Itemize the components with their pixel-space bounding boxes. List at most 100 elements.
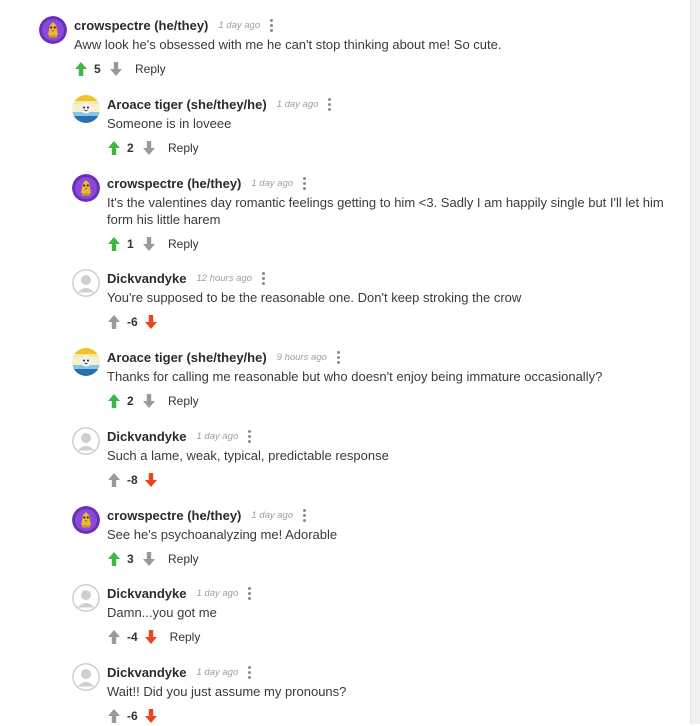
comment-text: See he's psychoanalyzing me! Adorable (107, 527, 338, 542)
default-user-avatar-icon[interactable] (72, 269, 100, 297)
comment-text: Wait!! Did you just assume my pronouns? (107, 684, 347, 699)
upvote-arrow-icon[interactable] (107, 472, 121, 488)
comment-actions: 3 Reply (107, 549, 667, 569)
vote-count: 5 (94, 62, 101, 76)
more-options-icon[interactable] (248, 665, 252, 679)
comment-header: crowspectre (he/they) 1 day ago (74, 16, 634, 34)
timestamp: 1 day ago (218, 19, 261, 31)
comment-actions: 1 Reply (107, 234, 667, 254)
comment-header: Dickvandyke 1 day ago (107, 427, 667, 445)
reply-button[interactable]: Reply (168, 237, 199, 251)
comment-text: It's the valentines day romantic feeling… (107, 195, 664, 227)
crow-avatar-icon[interactable] (72, 174, 100, 202)
comment-header: Dickvandyke 12 hours ago (107, 269, 667, 287)
downvote-arrow-icon[interactable] (142, 140, 156, 156)
comment-text: Thanks for calling me reasonable but who… (107, 369, 603, 384)
comment-text: Someone is in loveee (107, 116, 232, 131)
crow-avatar-icon[interactable] (72, 506, 100, 534)
downvote-arrow-icon[interactable] (144, 708, 158, 724)
reply-button[interactable]: Reply (170, 630, 201, 644)
author-name[interactable]: crowspectre (he/they) (107, 176, 241, 191)
tiger-avatar-icon[interactable] (72, 95, 100, 123)
more-options-icon[interactable] (270, 18, 274, 32)
upvote-arrow-icon[interactable] (107, 629, 121, 645)
upvote-arrow-icon[interactable] (107, 393, 121, 409)
upvote-arrow-icon[interactable] (107, 314, 121, 330)
more-options-icon[interactable] (336, 350, 340, 364)
reply-button[interactable]: Reply (135, 62, 166, 76)
vote-count: 2 (127, 141, 134, 155)
vote-count: -6 (127, 315, 138, 329)
downvote-arrow-icon[interactable] (144, 472, 158, 488)
author-name[interactable]: crowspectre (he/they) (107, 508, 241, 523)
crow-avatar-icon[interactable] (39, 16, 67, 44)
comment-body: crowspectre (he/they) 1 day ago Aww look h… (74, 16, 634, 79)
upvote-arrow-icon[interactable] (74, 61, 88, 77)
upvote-arrow-icon[interactable] (107, 140, 121, 156)
comment-body: Dickvandyke 12 hours ago You're supposed t… (107, 269, 667, 332)
comment-text: You're supposed to be the reasonable one… (107, 290, 522, 305)
author-name[interactable]: Dickvandyke (107, 586, 187, 601)
author-name[interactable]: Dickvandyke (107, 665, 187, 680)
timestamp: 1 day ago (196, 666, 239, 678)
timestamp: 1 day ago (251, 177, 294, 189)
comment-body: Dickvandyke 1 day ago Damn...you got me -4 R… (107, 584, 667, 647)
comment-text: Aww look he's obsessed with me he can't … (74, 37, 502, 52)
comment-body: Dickvandyke 1 day ago Wait!! Did you just … (107, 663, 667, 726)
vote-count: 2 (127, 394, 134, 408)
more-options-icon[interactable] (303, 508, 307, 522)
timestamp: 9 hours ago (276, 351, 327, 363)
comment-actions: -4 Reply (107, 627, 667, 647)
author-name[interactable]: Dickvandyke (107, 271, 187, 286)
vote-count: -8 (127, 473, 138, 487)
upvote-arrow-icon[interactable] (107, 708, 121, 724)
comment-body: Aroace tiger (she/they/he) 9 hours ago Tha… (107, 348, 667, 411)
comment-actions: -6 (107, 312, 667, 332)
reply-button[interactable]: Reply (168, 141, 199, 155)
timestamp: 1 day ago (251, 509, 294, 521)
more-options-icon[interactable] (261, 271, 265, 285)
tiger-avatar-icon[interactable] (72, 348, 100, 376)
comment-header: Dickvandyke 1 day ago (107, 584, 667, 602)
comment-text: Damn...you got me (107, 605, 217, 620)
default-user-avatar-icon[interactable] (72, 584, 100, 612)
scrollbar[interactable] (690, 0, 700, 724)
reply-button[interactable]: Reply (168, 394, 199, 408)
comment-body: crowspectre (he/they) 1 day ago It's the v… (107, 174, 667, 254)
downvote-arrow-icon[interactable] (109, 61, 123, 77)
more-options-icon[interactable] (303, 176, 307, 190)
timestamp: 1 day ago (276, 98, 319, 110)
downvote-arrow-icon[interactable] (142, 236, 156, 252)
timestamp: 1 day ago (196, 587, 239, 599)
comment-actions: 2 Reply (107, 138, 667, 158)
downvote-arrow-icon[interactable] (142, 393, 156, 409)
upvote-arrow-icon[interactable] (107, 551, 121, 567)
reply-button[interactable]: Reply (168, 552, 199, 566)
more-options-icon[interactable] (248, 429, 252, 443)
default-user-avatar-icon[interactable] (72, 663, 100, 691)
default-user-avatar-icon[interactable] (72, 427, 100, 455)
more-options-icon[interactable] (328, 97, 332, 111)
comment-body: Dickvandyke 1 day ago Such a lame, weak, t… (107, 427, 667, 490)
comment-header: crowspectre (he/they) 1 day ago (107, 506, 667, 524)
timestamp: 12 hours ago (196, 272, 252, 284)
comment-header: Aroace tiger (she/they/he) 9 hours ago (107, 348, 667, 366)
downvote-arrow-icon[interactable] (144, 629, 158, 645)
comment-body: Aroace tiger (she/they/he) 1 day ago Someo… (107, 95, 667, 158)
comment-text: Such a lame, weak, typical, predictable … (107, 448, 389, 463)
vote-count: 3 (127, 552, 134, 566)
comment-actions: 5 Reply (74, 59, 634, 79)
author-name[interactable]: crowspectre (he/they) (74, 18, 208, 33)
more-options-icon[interactable] (248, 586, 252, 600)
author-name[interactable]: Aroace tiger (she/they/he) (107, 350, 267, 365)
vote-count: -4 (127, 630, 138, 644)
comment-header: Aroace tiger (she/they/he) 1 day ago (107, 95, 667, 113)
vote-count: -6 (127, 709, 138, 723)
comment-actions: -6 (107, 706, 667, 726)
upvote-arrow-icon[interactable] (107, 236, 121, 252)
author-name[interactable]: Aroace tiger (she/they/he) (107, 97, 267, 112)
downvote-arrow-icon[interactable] (142, 551, 156, 567)
downvote-arrow-icon[interactable] (144, 314, 158, 330)
author-name[interactable]: Dickvandyke (107, 429, 187, 444)
timestamp: 1 day ago (196, 430, 239, 442)
